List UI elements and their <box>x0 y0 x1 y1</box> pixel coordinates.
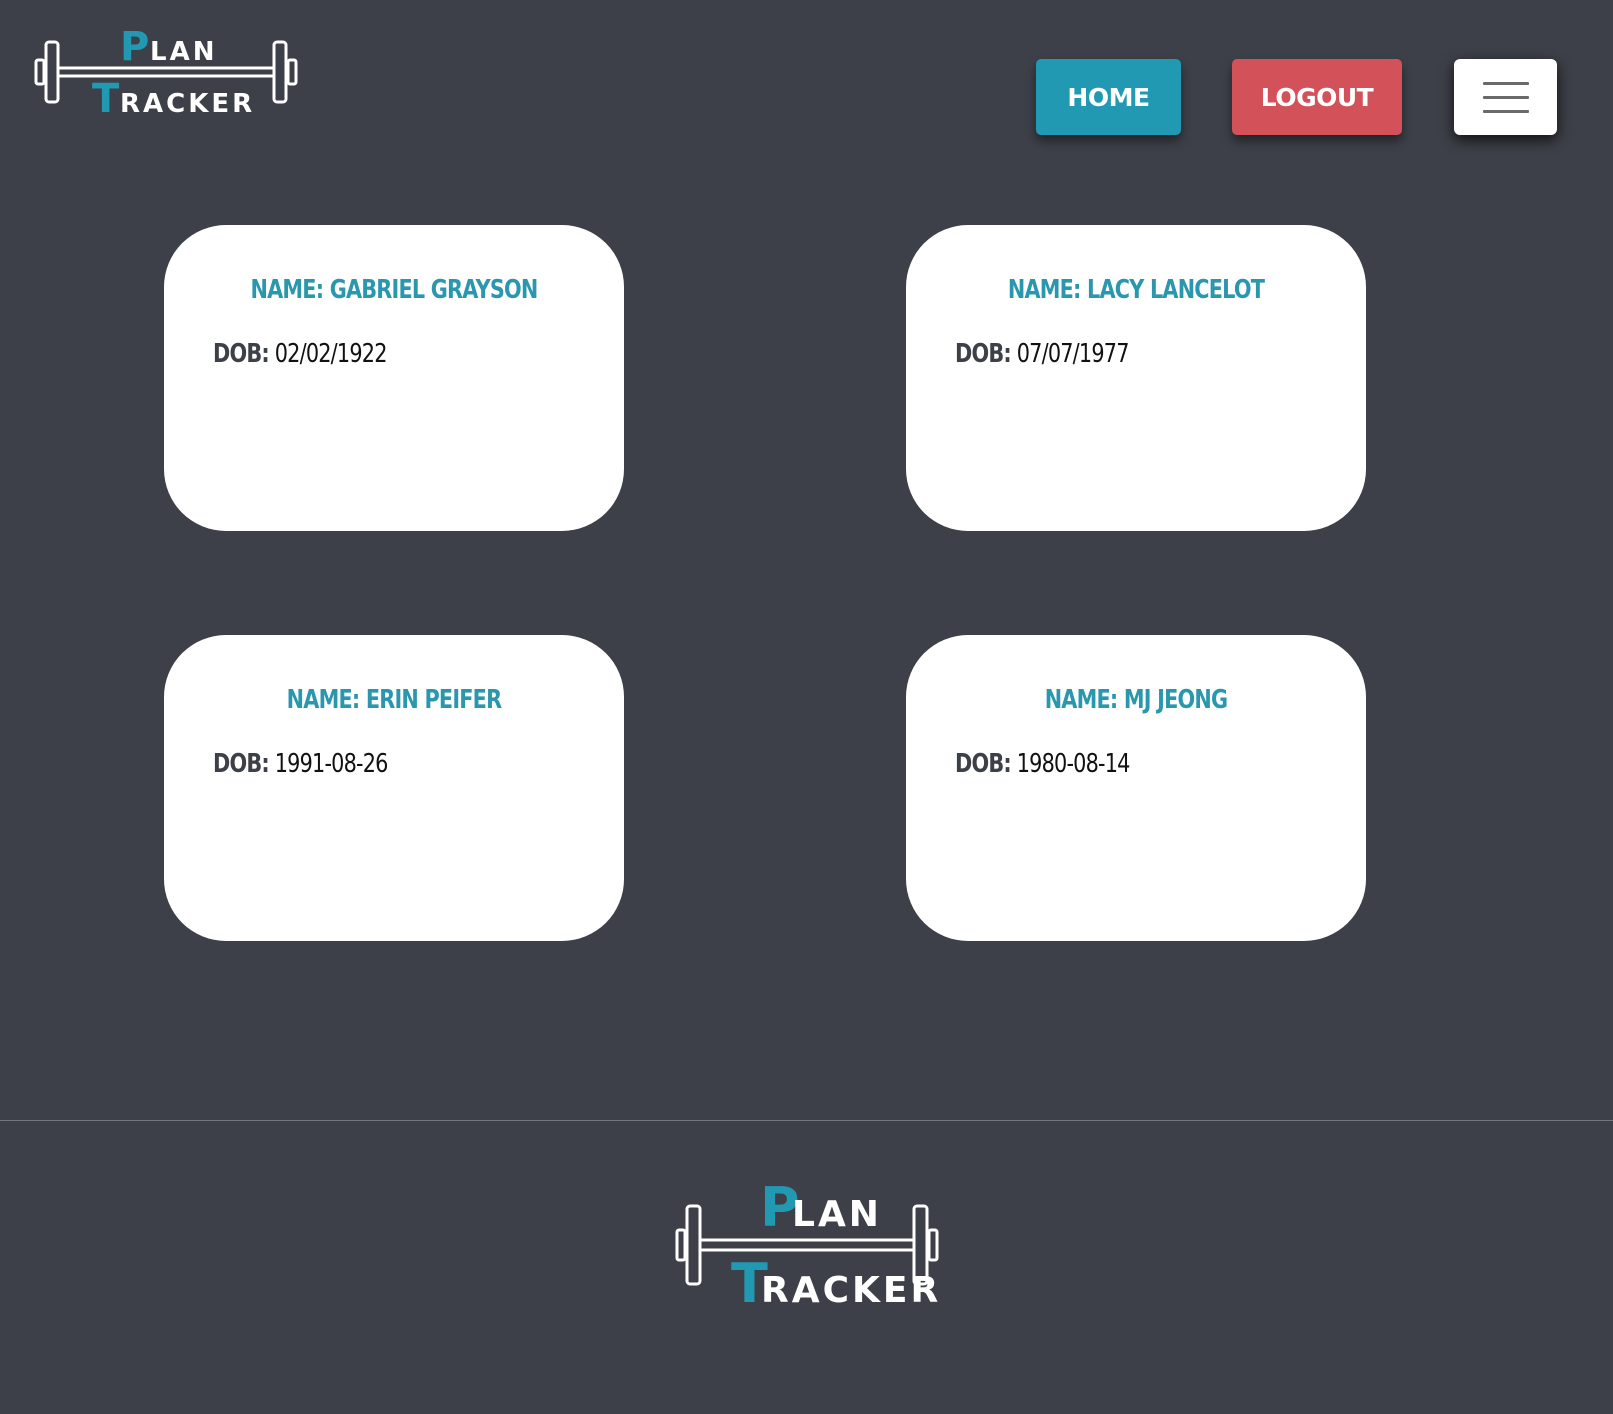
logout-button[interactable]: LOGOUT <box>1232 59 1402 135</box>
name-value: GABRIEL GRAYSON <box>329 275 539 305</box>
card-dob: DOB: 02/02/1922 <box>213 339 387 369</box>
dob-label: DOB: <box>955 339 1012 369</box>
dob-label: DOB: <box>213 339 270 369</box>
client-card[interactable]: NAME: LACY LANCELOT DOB: 07/07/1977 <box>906 225 1366 531</box>
name-value: MJ JEONG <box>1123 685 1228 715</box>
card-dob: DOB: 07/07/1977 <box>955 339 1129 369</box>
hamburger-menu-icon <box>1482 109 1529 113</box>
home-button[interactable]: HOME <box>1036 59 1181 135</box>
card-name: NAME: LACY LANCELOT <box>952 275 1320 305</box>
hamburger-menu-icon <box>1482 81 1529 85</box>
dob-label: DOB: <box>213 749 270 779</box>
card-dob: DOB: 1991-08-26 <box>213 749 388 779</box>
logo-p-initial: P <box>120 24 149 70</box>
top-navbar: P LAN T RACKER HOME LOGOUT <box>0 0 1613 180</box>
name-label: NAME: <box>250 275 325 305</box>
name-label: NAME: <box>286 685 361 715</box>
name-label: NAME: <box>1007 275 1082 305</box>
barbell-icon: P LAN T RACKER <box>34 24 298 122</box>
logo-racker-text: RACKER <box>761 1270 939 1311</box>
client-card[interactable]: NAME: ERIN PEIFER DOB: 1991-08-26 <box>164 635 624 941</box>
name-value: ERIN PEIFER <box>365 685 502 715</box>
client-card[interactable]: NAME: MJ JEONG DOB: 1980-08-14 <box>906 635 1366 941</box>
card-dob: DOB: 1980-08-14 <box>955 749 1130 779</box>
dob-value: 1980-08-14 <box>1016 749 1131 779</box>
name-label: NAME: <box>1044 685 1119 715</box>
footer-divider <box>0 1120 1613 1121</box>
dob-value: 02/02/1922 <box>274 339 388 369</box>
dob-value: 07/07/1977 <box>1016 339 1130 369</box>
card-name: NAME: ERIN PEIFER <box>210 685 578 715</box>
dob-label: DOB: <box>955 749 1012 779</box>
footer-logo: P LAN T RACKER <box>675 1178 939 1318</box>
logo-t-initial: T <box>92 76 120 122</box>
menu-button[interactable] <box>1454 59 1557 135</box>
hamburger-menu-icon <box>1482 95 1529 99</box>
client-card[interactable]: NAME: GABRIEL GRAYSON DOB: 02/02/1922 <box>164 225 624 531</box>
name-value: LACY LANCELOT <box>1087 275 1265 305</box>
plan-tracker-logo[interactable]: P LAN T RACKER <box>34 22 298 122</box>
dob-value: 1991-08-26 <box>274 749 389 779</box>
card-name: NAME: GABRIEL GRAYSON <box>210 275 578 305</box>
logo-racker-text: RACKER <box>120 89 255 119</box>
logo-lan-text: LAN <box>792 1194 882 1235</box>
barbell-icon: P LAN T RACKER <box>675 1178 939 1315</box>
card-name: NAME: MJ JEONG <box>952 685 1320 715</box>
logo-lan-text: LAN <box>150 37 217 67</box>
